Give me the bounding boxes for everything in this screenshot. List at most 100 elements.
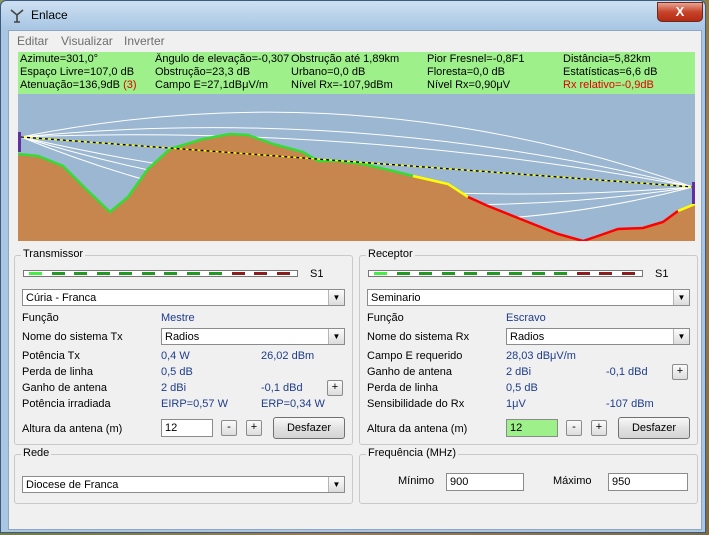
tx-height-label: Altura da antena (m) xyxy=(22,423,123,435)
chevron-down-icon[interactable]: ▼ xyxy=(328,477,344,492)
rx-gain-label: Ganho de antena xyxy=(367,366,453,378)
tx-power-label: Potência Tx xyxy=(22,350,80,362)
tx-function-label: Função xyxy=(22,312,59,324)
info-obstruction-distance: Obstrução até 1,89km xyxy=(291,53,400,65)
chevron-down-icon[interactable]: ▼ xyxy=(328,290,344,305)
meter-segment xyxy=(96,272,110,275)
rx-sensitivity-uv: 1μV xyxy=(506,398,526,410)
info-obstruction: Obstrução=23,3 dB xyxy=(155,66,251,78)
rx-function-value: Escravo xyxy=(506,312,546,324)
tx-meter-label: S1 xyxy=(310,268,324,280)
frequency-min-label: Mínimo xyxy=(398,475,435,487)
transmitter-group: Transmissor S1 Cúria - Franca ▼ Função M… xyxy=(14,248,353,445)
tx-gain-label: Ganho de antena xyxy=(22,382,108,394)
menu-visualizar[interactable]: Visualizar xyxy=(61,34,113,48)
menu-inverter[interactable]: Inverter xyxy=(124,34,165,48)
rx-field-value: 28,03 dBμV/m xyxy=(506,350,576,362)
frequency-max-label: Máximo xyxy=(553,475,592,487)
chevron-down-icon[interactable]: ▼ xyxy=(673,329,689,344)
frequency-group: Frequência (MHz) Mínimo 900 Máximo 950 xyxy=(359,447,698,504)
meter-segment xyxy=(119,272,132,275)
menu-editar[interactable]: Editar xyxy=(17,34,48,48)
tx-radiated-label: Potência irradiada xyxy=(22,398,111,410)
terrain-profile[interactable] xyxy=(18,94,695,241)
receiver-group: Receptor S1 Seminario ▼ Função Escravo N… xyxy=(359,248,698,445)
tx-gain-plus-button[interactable]: + xyxy=(327,380,343,396)
rx-height-minus-button[interactable]: - xyxy=(566,420,582,436)
rx-site-select[interactable]: Seminario ▼ xyxy=(367,289,690,306)
meter-segment xyxy=(486,272,500,275)
tx-undo-button[interactable]: Desfazer xyxy=(273,417,345,439)
network-group: Rede Diocese de Franca ▼ xyxy=(14,447,353,504)
tx-height-input[interactable]: 12 xyxy=(161,419,213,437)
meter-segment xyxy=(599,272,612,275)
rx-function-label: Função xyxy=(367,312,404,324)
info-statistics: Estatísticas=6,6 dB xyxy=(563,66,658,78)
info-attenuation: Atenuação=136,9dB (3) xyxy=(20,79,153,92)
meter-segment xyxy=(554,272,567,275)
meter-segment xyxy=(51,272,65,275)
rx-sensitivity-dbm: -107 dBm xyxy=(606,398,654,410)
tx-site-select[interactable]: Cúria - Franca ▼ xyxy=(22,289,345,306)
meter-segment xyxy=(164,272,177,275)
tx-power-w: 0,4 W xyxy=(161,350,190,362)
network-legend: Rede xyxy=(21,447,52,459)
tx-eirp: EIRP=0,57 W xyxy=(161,398,228,410)
rx-undo-button[interactable]: Desfazer xyxy=(618,417,690,439)
meter-segment xyxy=(29,272,42,275)
rx-system-select[interactable]: Radios ▼ xyxy=(506,328,690,345)
tx-site-value: Cúria - Franca xyxy=(26,292,97,304)
rx-field-label: Campo E requerido xyxy=(367,350,463,362)
info-forest: Floresta=0,0 dB xyxy=(427,66,505,78)
tx-height-minus-button[interactable]: - xyxy=(221,420,237,436)
info-worst-fresnel: Pior Fresnel=-0,8F1 xyxy=(427,53,525,65)
chevron-down-icon[interactable]: ▼ xyxy=(673,290,689,305)
tx-erp: ERP=0,34 W xyxy=(261,398,325,410)
rx-line-loss-label: Perda de linha xyxy=(367,382,438,394)
info-attenuation-value: Atenuação=136,9dB xyxy=(20,79,121,91)
transmitter-legend: Transmissor xyxy=(21,248,86,260)
title-bar[interactable]: Enlace X xyxy=(1,1,705,29)
tx-line-loss-label: Perda de linha xyxy=(22,366,93,378)
link-info-panel: Azimute=301,0° Ângulo de elevação=-0,307… xyxy=(18,52,695,94)
meter-segment xyxy=(254,272,267,275)
info-azimuth: Azimute=301,0° xyxy=(20,53,99,65)
info-elevation: Ângulo de elevação=-0,307° xyxy=(155,53,290,65)
frequency-min-input[interactable]: 900 xyxy=(446,473,524,491)
info-attenuation-note: (3) xyxy=(123,79,137,91)
chevron-down-icon[interactable]: ▼ xyxy=(328,329,344,344)
rx-meter-label: S1 xyxy=(655,268,669,280)
info-distance: Distância=5,82km xyxy=(563,53,651,65)
meter-segment xyxy=(441,272,455,275)
client-area: Editar Visualizar Inverter Azimute=301,0… xyxy=(8,30,702,530)
frequency-max-input[interactable]: 950 xyxy=(608,473,688,491)
enlace-window: Enlace X Editar Visualizar Inverter Azim… xyxy=(0,0,706,533)
rx-gain-dbi: 2 dBi xyxy=(506,366,532,378)
rx-height-plus-button[interactable]: + xyxy=(591,420,607,436)
rx-system-label: Nome do sistema Rx xyxy=(367,331,470,343)
tx-power-dbm: 26,02 dBm xyxy=(261,350,315,362)
meter-segment xyxy=(231,272,245,275)
tx-system-value: Radios xyxy=(165,331,200,343)
tx-antenna-marker xyxy=(18,132,21,152)
rx-height-input[interactable]: 12 xyxy=(506,419,558,437)
meter-segment xyxy=(141,272,155,275)
network-select[interactable]: Diocese de Franca ▼ xyxy=(22,476,345,493)
rx-antenna-marker xyxy=(692,182,695,204)
rx-sensitivity-label: Sensibilidade do Rx xyxy=(367,398,465,410)
rx-gain-plus-button[interactable]: + xyxy=(672,364,688,380)
info-e-field: Campo E=27,1dBμV/m xyxy=(155,79,269,91)
meter-segment xyxy=(464,272,477,275)
tx-height-plus-button[interactable]: + xyxy=(246,420,262,436)
info-rx-level-uv: Nível Rx=0,90μV xyxy=(427,79,511,91)
tx-gain-dbd: -0,1 dBd xyxy=(261,382,303,394)
tx-signal-meter xyxy=(23,270,298,277)
tx-system-label: Nome do sistema Tx xyxy=(22,331,123,343)
close-button[interactable]: X xyxy=(657,2,703,22)
meter-segment xyxy=(576,272,590,275)
tx-system-select[interactable]: Radios ▼ xyxy=(161,328,345,345)
rx-height-label: Altura da antena (m) xyxy=(367,423,468,435)
meter-segment xyxy=(209,272,222,275)
meter-segment xyxy=(396,272,410,275)
tx-function-value: Mestre xyxy=(161,312,195,324)
